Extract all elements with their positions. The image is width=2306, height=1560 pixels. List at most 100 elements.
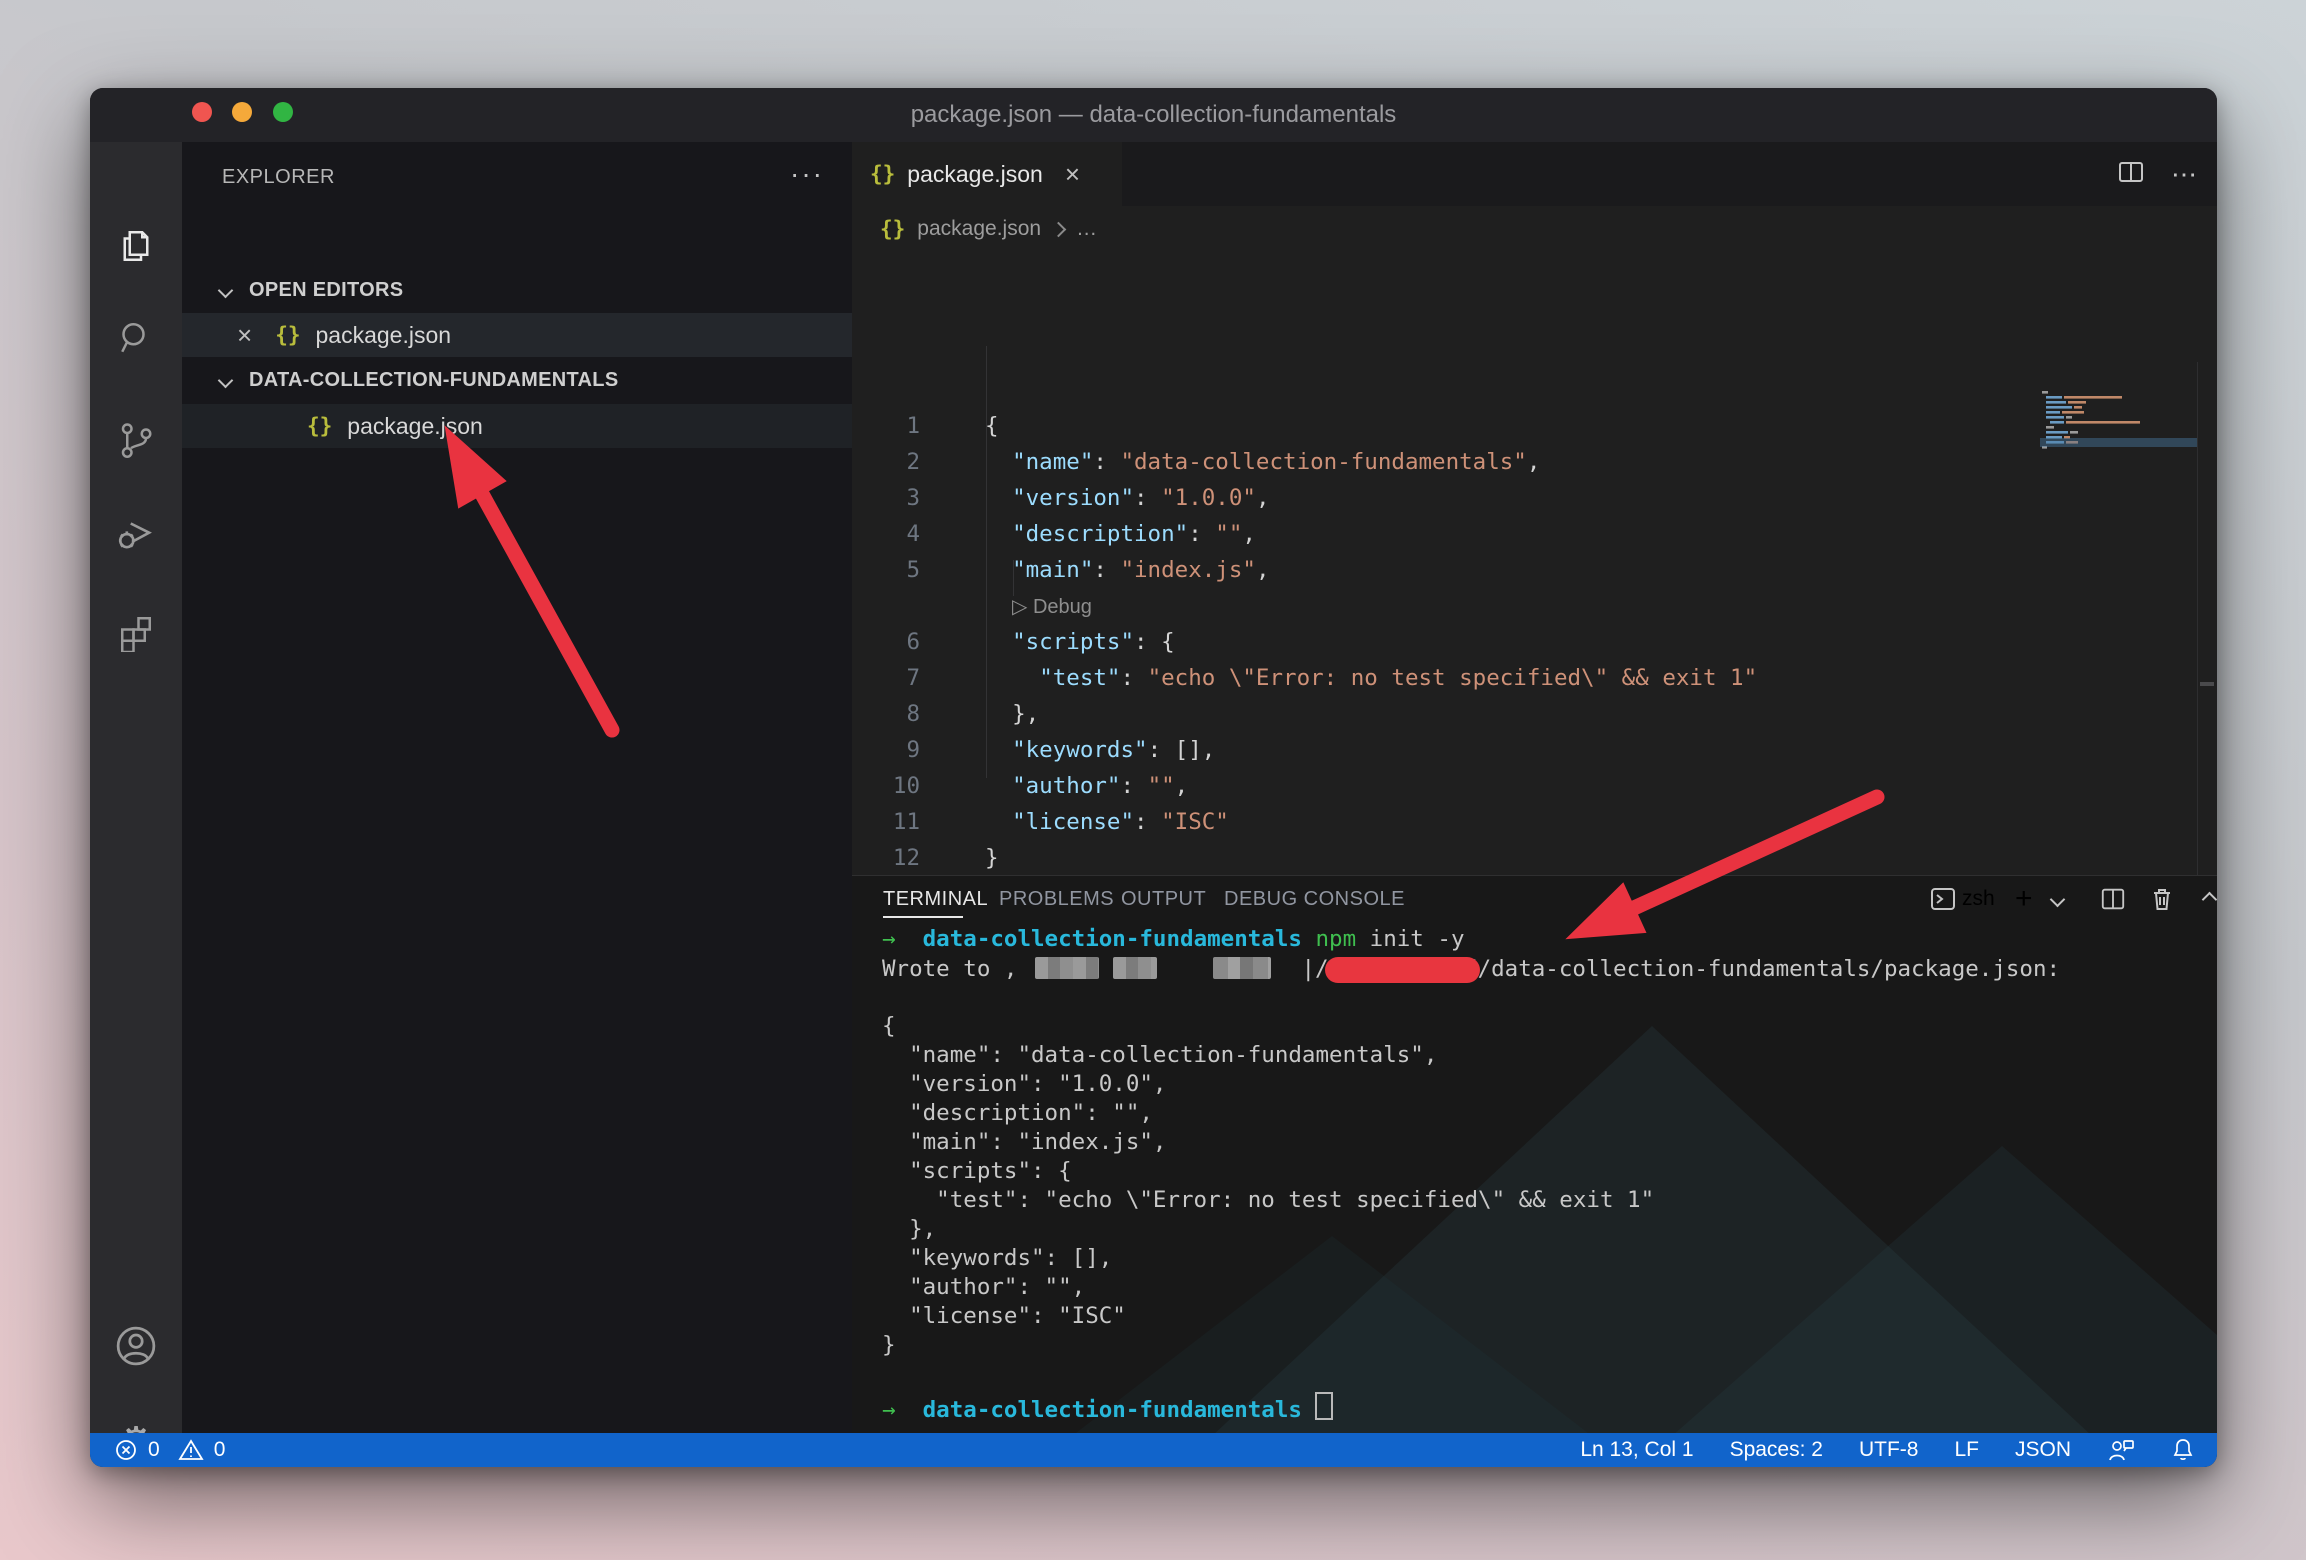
minimap[interactable] [2040, 390, 2197, 460]
chevron-right-icon [1051, 221, 1067, 237]
title-bar: package.json — data-collection-fundament… [90, 88, 2217, 142]
terminal-line [882, 1360, 2202, 1389]
terminal-line [882, 983, 2202, 1012]
source-control-icon[interactable] [114, 418, 158, 462]
terminal-line: "author": "", [882, 1273, 2202, 1302]
maximize-panel-icon[interactable] [2204, 884, 2215, 914]
shell-label[interactable]: zsh [1962, 884, 1995, 914]
redacted-block [1035, 957, 1099, 979]
code-line[interactable]: 6 "scripts": { [852, 624, 2217, 660]
extensions-icon[interactable] [114, 610, 158, 654]
code-line[interactable]: 2 "name": "data-collection-fundamentals"… [852, 444, 2217, 480]
code-line[interactable]: 11 "license": "ISC" [852, 804, 2217, 840]
redaction-marker: ayground [1369, 956, 1477, 982]
code-line[interactable]: 1{ [852, 408, 2217, 444]
terminal-content[interactable]: → data-collection-fundamentals npm init … [882, 925, 2202, 1418]
warnings-icon[interactable] [178, 1438, 204, 1462]
terminal-line: "keywords": [], [882, 1244, 2202, 1273]
line-number: 10 [852, 768, 920, 804]
tab-debug-console[interactable]: DEBUG CONSOLE [1224, 876, 1405, 922]
chevron-down-icon [218, 282, 234, 298]
status-encoding[interactable]: UTF-8 [1859, 1438, 1919, 1462]
line-number: 1 [852, 408, 920, 444]
terminal-line: Wrote to ,|/IPlayground/data-collection-… [882, 954, 2202, 983]
open-editor-item-package-json[interactable]: × {} package.json [182, 313, 852, 357]
activity-bar: ⚙ 1 [90, 142, 182, 1433]
folder-section-header[interactable]: DATA-COLLECTION-FUNDAMENTALS [182, 358, 852, 402]
file-label: package.json [315, 322, 451, 349]
new-terminal-icon[interactable]: + [2015, 884, 2033, 914]
tab-package-json[interactable]: {} package.json × [852, 142, 1122, 206]
errors-count[interactable]: 0 [148, 1438, 160, 1462]
more-actions-icon[interactable]: ⋯ [2171, 159, 2197, 190]
status-language-mode[interactable]: JSON [2015, 1438, 2071, 1462]
sidebar-title: EXPLORER [222, 166, 335, 189]
code-line[interactable]: 10 "author": "", [852, 768, 2217, 804]
split-terminal-icon[interactable] [2100, 884, 2126, 914]
close-icon[interactable]: × [237, 320, 252, 351]
active-tab-underline [883, 916, 963, 918]
scrollbar-handle[interactable] [2200, 682, 2214, 686]
tab-output[interactable]: OUTPUT [1121, 876, 1206, 922]
search-icon[interactable] [114, 316, 158, 360]
terminal-line: "test": "echo \"Error: no test specified… [882, 1186, 2202, 1215]
terminal-line: } [882, 1331, 2202, 1360]
tab-problems[interactable]: PROBLEMS [999, 876, 1114, 922]
code-line[interactable]: 12} [852, 840, 2217, 876]
breadcrumb-more[interactable]: … [1076, 217, 1097, 241]
json-file-icon: {} [275, 323, 300, 347]
explorer-icon[interactable] [114, 224, 158, 268]
tab-strip: {} package.json × ⋯ [852, 142, 2217, 206]
warnings-count[interactable]: 0 [214, 1438, 226, 1462]
terminal-line: → data-collection-fundamentals npm init … [882, 925, 2202, 954]
terminal-icon [1930, 884, 1956, 914]
file-label: package.json [347, 413, 483, 440]
window-title: package.json — data-collection-fundament… [90, 88, 2217, 142]
status-cursor-position[interactable]: Ln 13, Col 1 [1580, 1438, 1693, 1462]
tree-item-package-json[interactable]: {} package.json [182, 404, 852, 448]
close-icon[interactable]: × [1065, 159, 1080, 190]
code-line[interactable]: 3 "version": "1.0.0", [852, 480, 2217, 516]
run-debug-icon[interactable] [114, 512, 158, 556]
accounts-icon[interactable] [114, 1324, 158, 1368]
json-file-icon: {} [870, 162, 895, 186]
terminal-line: "main": "index.js", [882, 1128, 2202, 1157]
status-eol[interactable]: LF [1954, 1438, 1979, 1462]
code-line[interactable]: 8 }, [852, 696, 2217, 732]
explorer-more-icon[interactable]: ··· [790, 158, 824, 190]
code-editor[interactable]: 1{2 "name": "data-collection-fundamental… [852, 252, 2217, 875]
line-number: 6 [852, 624, 920, 660]
code-line[interactable]: 9 "keywords": [], [852, 732, 2217, 768]
vscode-window: package.json — data-collection-fundament… [90, 88, 2217, 1467]
line-number: 9 [852, 732, 920, 768]
json-file-icon: {} [880, 217, 905, 241]
split-editor-icon[interactable] [2117, 158, 2145, 191]
breadcrumb[interactable]: {} package.json … [880, 206, 1097, 252]
panel: TERMINAL PROBLEMS OUTPUT DEBUG CONSOLE z… [852, 875, 2217, 1434]
status-indentation[interactable]: Spaces: 2 [1730, 1438, 1823, 1462]
code-line[interactable]: 5 "main": "index.js", [852, 552, 2217, 588]
notifications-bell-icon[interactable] [2171, 1437, 2195, 1463]
line-number: 4 [852, 516, 920, 552]
code-line[interactable]: 4 "description": "", [852, 516, 2217, 552]
terminal-line: "license": "ISC" [882, 1302, 2202, 1331]
terminal-line: "scripts": { [882, 1157, 2202, 1186]
line-number: 11 [852, 804, 920, 840]
kill-terminal-icon[interactable] [2150, 884, 2174, 914]
code-line[interactable]: ▷ Debug [852, 588, 2217, 624]
explorer-sidebar: EXPLORER ··· OPEN EDITORS × {} package.j… [182, 142, 852, 1433]
code-line[interactable]: 7 "test": "echo \"Error: no test specifi… [852, 660, 2217, 696]
line-number: 2 [852, 444, 920, 480]
section-label: DATA-COLLECTION-FUNDAMENTALS [249, 369, 618, 392]
terminal-dropdown-icon[interactable] [2052, 884, 2063, 914]
open-editors-header[interactable]: OPEN EDITORS [182, 268, 852, 312]
terminal-line: { [882, 1012, 2202, 1041]
terminal-line: }, [882, 1215, 2202, 1244]
terminal-line: "description": "", [882, 1099, 2202, 1128]
feedback-person-icon[interactable] [2107, 1437, 2135, 1463]
breadcrumb-file[interactable]: package.json [917, 217, 1041, 241]
terminal-line: "name": "data-collection-fundamentals", [882, 1041, 2202, 1070]
line-number: 7 [852, 660, 920, 696]
errors-icon[interactable] [114, 1438, 138, 1462]
codelens-debug[interactable]: ▷ Debug [1012, 596, 1092, 618]
